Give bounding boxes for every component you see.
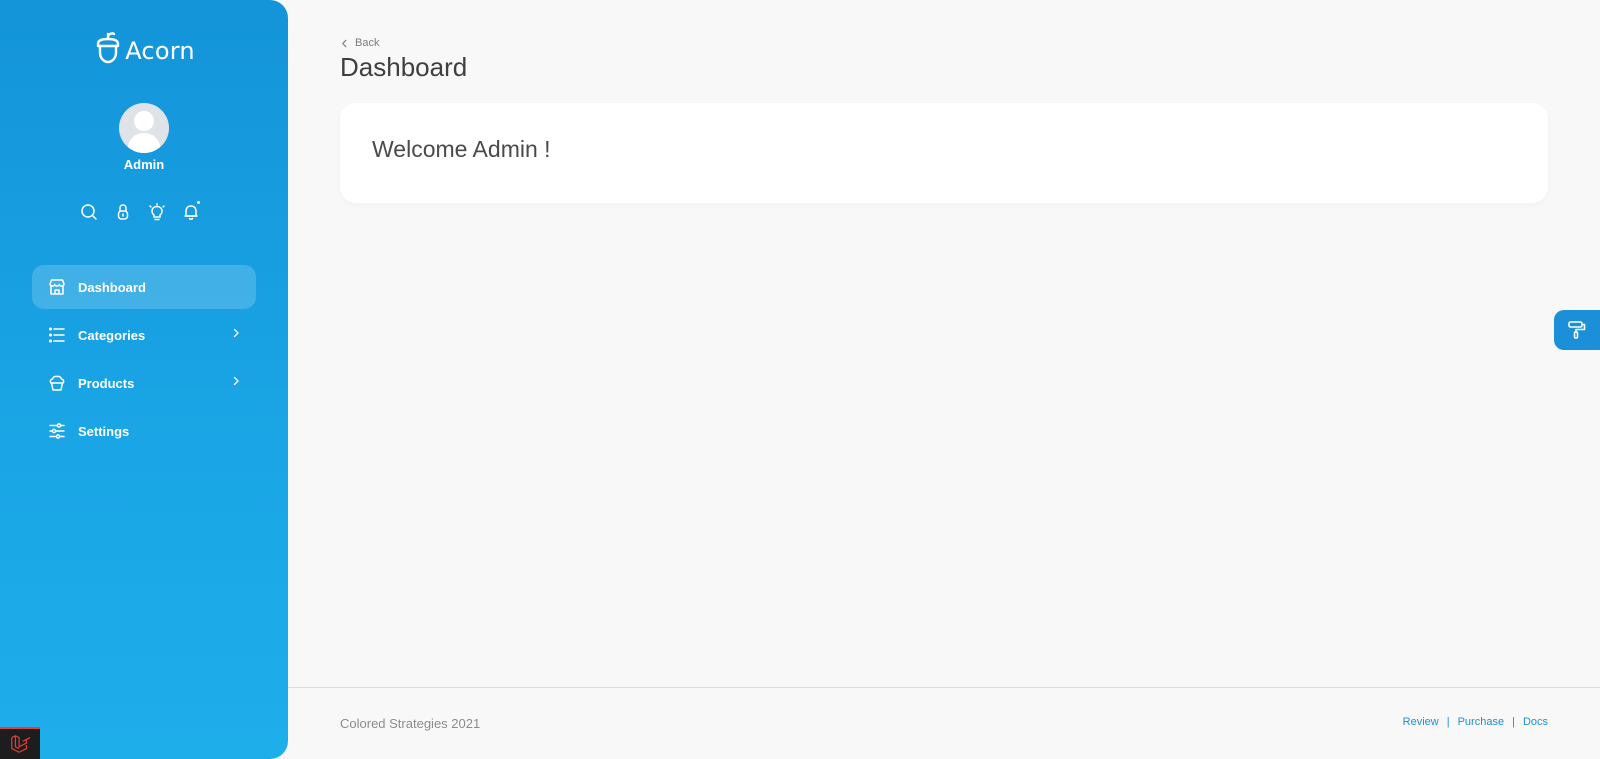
- acorn-icon: [93, 31, 123, 70]
- footer-links: Review | Purchase | Docs: [1403, 716, 1548, 728]
- sidebar-item-label: Settings: [78, 423, 130, 439]
- sidebar-item-dashboard[interactable]: Dashboard: [32, 265, 256, 309]
- notification-dot: [197, 201, 200, 204]
- avatar[interactable]: [119, 103, 169, 153]
- shop-icon: [48, 278, 66, 296]
- back-label: Back: [355, 37, 380, 49]
- footer-separator: |: [1512, 716, 1515, 728]
- welcome-card: Welcome Admin !: [340, 103, 1548, 203]
- laravel-debug-badge[interactable]: [0, 727, 40, 759]
- user-name[interactable]: Admin: [0, 157, 288, 172]
- list-icon: [48, 326, 66, 344]
- sidebar-item-label: Categories: [78, 327, 146, 343]
- paint-roller-icon: [1568, 321, 1586, 339]
- theme-settings-button[interactable]: [1554, 310, 1600, 350]
- search-icon[interactable]: [79, 202, 99, 222]
- footer: Colored Strategies 2021 Review | Purchas…: [288, 687, 1600, 759]
- brand-logo[interactable]: Acorn: [0, 31, 288, 70]
- footer-link-review[interactable]: Review: [1403, 716, 1439, 728]
- chevron-right-icon: [233, 376, 239, 386]
- sidebar-item-label: Dashboard: [78, 279, 146, 295]
- cupcake-icon: [48, 374, 66, 392]
- chevron-right-icon: [233, 328, 239, 338]
- sidebar-item-settings[interactable]: Settings: [32, 409, 256, 453]
- back-link[interactable]: Back: [340, 37, 379, 49]
- user-actions: [79, 201, 201, 222]
- chevron-left-icon: [342, 39, 347, 47]
- sidebar-nav: Dashboard Categories Products Settings: [32, 265, 256, 457]
- sidebar-item-categories[interactable]: Categories: [32, 313, 256, 357]
- bell-icon[interactable]: [181, 201, 201, 222]
- welcome-message: Welcome Admin !: [372, 136, 551, 162]
- main-content: Back Dashboard Welcome Admin ! Colored S…: [288, 0, 1600, 759]
- laravel-icon: [11, 735, 31, 753]
- footer-link-purchase[interactable]: Purchase: [1458, 716, 1504, 728]
- sliders-icon: [48, 422, 66, 440]
- sidebar-item-products[interactable]: Products: [32, 361, 256, 405]
- lock-icon[interactable]: [113, 202, 133, 222]
- sidebar-item-label: Products: [78, 375, 135, 391]
- page-title: Dashboard: [340, 52, 468, 82]
- brand-name: Acorn: [125, 36, 195, 65]
- footer-link-docs[interactable]: Docs: [1523, 716, 1548, 728]
- lightbulb-icon[interactable]: [147, 202, 167, 222]
- footer-separator: |: [1446, 716, 1450, 728]
- copyright-text: Colored Strategies 2021: [340, 716, 481, 731]
- sidebar: Acorn Admin Dashboard Categories Product…: [0, 0, 288, 759]
